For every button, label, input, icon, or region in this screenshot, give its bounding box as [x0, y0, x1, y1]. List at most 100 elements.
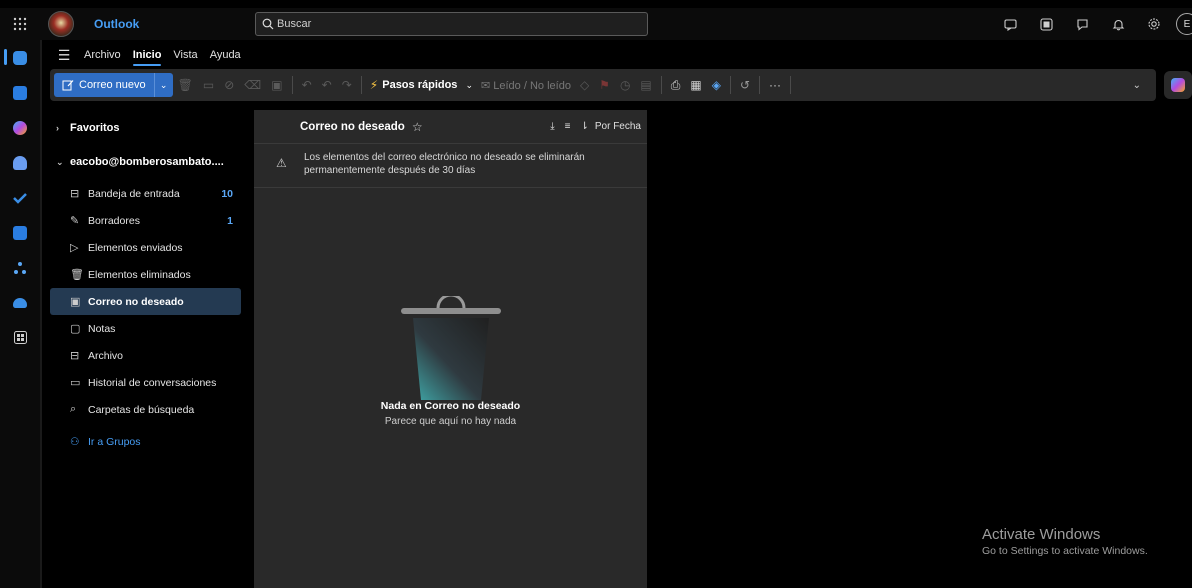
empty-state-title: Nada en Correo no deseado [380, 400, 521, 412]
folder-item-junk[interactable]: ▣ Correo no deseado [50, 288, 241, 315]
filter-icon[interactable]: ≡ [565, 121, 571, 132]
avatar[interactable]: E [1176, 13, 1192, 35]
account-label: eacobo@bomberosambato.... [70, 156, 224, 168]
trash-icon: 🗑 [70, 269, 84, 281]
delete-icon[interactable]: 🗑 [173, 78, 198, 92]
bell-icon[interactable] [1100, 8, 1136, 40]
mail-app-icon[interactable] [0, 40, 40, 75]
lightning-icon: ⚡ [369, 78, 379, 92]
top-strip [0, 0, 1192, 8]
rules-icon[interactable]: ▤ [635, 78, 656, 92]
archive-icon[interactable]: ▭ [198, 78, 219, 92]
folder-label: Historial de conversaciones [88, 376, 217, 389]
read-unread-button[interactable]: ✉ Leído / No leído [477, 79, 575, 92]
sweep-icon[interactable]: ⌫ [239, 78, 266, 92]
ribbon-separator [360, 76, 362, 94]
folder-label: Notas [88, 322, 116, 335]
apps-icon[interactable]: ▦ [685, 78, 706, 92]
account-header[interactable]: ⌄ eacobo@bomberosambato.... [50, 144, 244, 180]
more-apps-icon[interactable] [0, 320, 40, 355]
title-bar: Outlook E [0, 8, 1192, 40]
new-mail-dropdown-chevron-icon[interactable]: ⌄ [155, 80, 173, 91]
search-box[interactable] [255, 12, 648, 36]
reply-icon[interactable]: ↶ [297, 78, 317, 92]
folder-label: Carpetas de búsqueda [88, 403, 195, 416]
ribbon-expand-chevron-icon[interactable]: ⌄ [1128, 80, 1146, 91]
folder-item-deleted[interactable]: 🗑 Elementos eliminados [50, 261, 241, 288]
watermark-subtitle: Go to Settings to activate Windows. [982, 545, 1148, 557]
app-launcher-icon[interactable] [0, 8, 40, 40]
app-name[interactable]: Outlook [94, 17, 184, 31]
folder-item-drafts[interactable]: ✎ Borradores 1 [50, 207, 241, 234]
folder-item-sent[interactable]: ▷ Elementos enviados [50, 234, 241, 261]
folder-item-inbox[interactable]: ⊟ Bandeja de entrada 10 [50, 180, 241, 207]
ribbon-separator [291, 76, 293, 94]
people-app-icon[interactable] [0, 145, 40, 180]
watermark-title: Activate Windows [982, 526, 1101, 543]
compose-icon [62, 80, 74, 91]
unread-count-badge: 10 [221, 187, 233, 200]
ribbon-separator [790, 76, 792, 94]
rail-divider [40, 40, 42, 588]
folder-item-archive[interactable]: ⊟ Archivo [50, 342, 241, 369]
tab-inicio[interactable]: Inicio [127, 42, 168, 68]
empty-trash-illustration [401, 296, 501, 400]
forward-icon[interactable]: ↷ [337, 78, 357, 92]
onedrive-app-icon[interactable] [0, 285, 40, 320]
undo-icon[interactable]: ↺ [735, 78, 755, 92]
organization-logo [48, 11, 74, 37]
sort-direction-icon[interactable]: ⤓ [550, 121, 554, 132]
go-to-groups-link[interactable]: ⚇ Ir a Grupos [50, 427, 244, 457]
office-apps-icon[interactable] [1028, 8, 1064, 40]
read-unread-label: Leído / No leído [493, 79, 571, 92]
org-app-icon[interactable] [0, 250, 40, 285]
sort-icon[interactable]: ⇂ [580, 121, 588, 132]
tag-icon[interactable]: ◇ [575, 78, 594, 92]
folder-label: Elementos enviados [88, 241, 183, 254]
title-actions: E [992, 8, 1192, 40]
tab-vista[interactable]: Vista [167, 42, 203, 68]
clock-icon[interactable]: ◷ [615, 78, 635, 92]
groups-icon: ⚇ [70, 436, 80, 448]
tab-archivo[interactable]: Archivo [78, 42, 127, 68]
junk-notice-text: Los elementos del correo electrónico no … [304, 152, 585, 176]
print-icon[interactable]: ⎙ [666, 78, 686, 93]
hamburger-menu-icon[interactable]: ☰ [50, 47, 78, 64]
move-icon[interactable]: ▣ [266, 78, 287, 92]
save-app-icon[interactable] [0, 215, 40, 250]
favorites-header[interactable]: › Favoritos [50, 110, 244, 146]
gear-icon[interactable] [1136, 8, 1172, 40]
folder-item-notes[interactable]: ▢ Notas [50, 315, 241, 342]
calendar-app-icon[interactable] [0, 75, 40, 110]
groups-label: Ir a Grupos [88, 436, 141, 448]
reply-all-icon[interactable]: ↶ [317, 78, 337, 92]
ribbon-toolbar: Correo nuevo ⌄ 🗑 ▭ ⊘ ⌫ ▣ ↶ ↶ ↷ ⚡ Pasos r… [50, 69, 1156, 101]
star-icon[interactable]: ☆ [412, 120, 423, 134]
quick-steps-button[interactable]: ⚡ Pasos rápidos ⌄ [366, 78, 477, 92]
meet-now-icon[interactable] [992, 8, 1028, 40]
folder-title: Correo no deseado [300, 120, 405, 133]
search-input[interactable] [277, 18, 637, 30]
quick-steps-label: Pasos rápidos [382, 79, 458, 91]
folder-label: Correo no deseado [88, 295, 184, 308]
folder-pane: › Favoritos ⌄ eacobo@bomberosambato.... … [50, 110, 244, 457]
archive-icon: ⊟ [70, 350, 80, 362]
report-icon[interactable]: ⊘ [219, 78, 239, 92]
list-controls: ⤓ ≡ ⇂ Por Fecha [540, 121, 641, 132]
new-mail-button[interactable]: Correo nuevo ⌄ [54, 73, 173, 97]
new-mail-label: Correo nuevo [79, 79, 146, 91]
feedback-icon[interactable] [1064, 8, 1100, 40]
folder-item-search-folders[interactable]: ⌕ Carpetas de búsqueda [50, 396, 241, 423]
tab-ayuda[interactable]: Ayuda [204, 42, 247, 68]
copilot-app-icon[interactable] [0, 110, 40, 145]
folder-item-conversation-history[interactable]: ▭ Historial de conversaciones [50, 369, 241, 396]
sort-by-date-button[interactable]: Por Fecha [595, 121, 641, 132]
flag-icon[interactable]: ⚑ [594, 78, 615, 92]
more-options-button[interactable]: ··· [764, 78, 786, 92]
todo-app-icon[interactable] [0, 180, 40, 215]
diamond-icon[interactable]: ◈ [707, 78, 726, 92]
empty-state: Nada en Correo no deseado Parece que aqu… [254, 400, 647, 427]
message-list-header: Correo no deseado ☆ ⤓ ≡ ⇂ Por Fecha [254, 110, 647, 144]
folder-label: Elementos eliminados [88, 268, 191, 281]
copilot-button[interactable] [1164, 71, 1192, 99]
